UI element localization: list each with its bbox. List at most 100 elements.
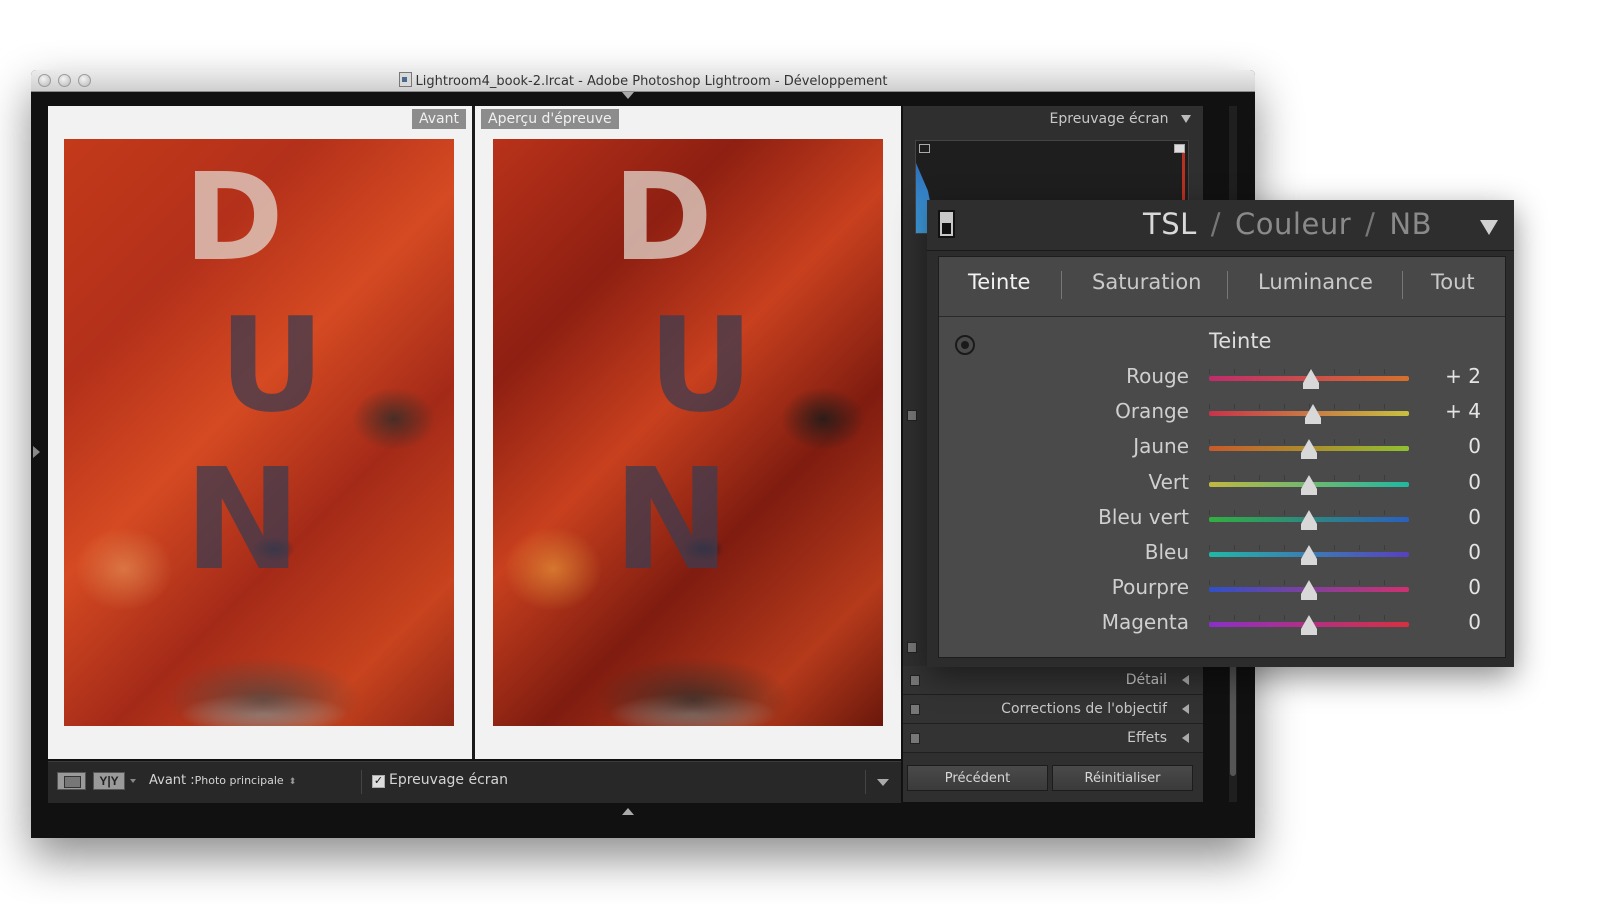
toolbar-content-menu-icon[interactable] bbox=[877, 779, 889, 786]
before-source-prefix: Avant : bbox=[149, 773, 195, 788]
softproof-checkbox[interactable]: ✓ bbox=[372, 775, 385, 788]
expand-arrow-icon[interactable] bbox=[1182, 675, 1189, 685]
toolbar-divider bbox=[865, 770, 866, 794]
panel-collapse-icon[interactable] bbox=[1181, 115, 1191, 123]
expand-arrow-icon[interactable] bbox=[1182, 733, 1189, 743]
hue-slider-label: Rouge bbox=[1126, 364, 1189, 388]
section-effects[interactable]: Effets bbox=[903, 724, 1203, 753]
hue-slider-label: Jaune bbox=[1133, 434, 1189, 459]
expand-arrow-icon[interactable] bbox=[1182, 704, 1189, 714]
hue-slider-label: Bleu vert bbox=[1098, 504, 1189, 529]
title-separator: / bbox=[1210, 207, 1222, 241]
hue-slider-label: Vert bbox=[1148, 469, 1190, 494]
title-separator: / bbox=[1365, 207, 1376, 241]
photo-letter-n: N bbox=[613, 439, 731, 602]
hue-slider-thumb[interactable] bbox=[1305, 404, 1321, 425]
hsl-panel-header[interactable]: TSL / Couleur / NB bbox=[927, 200, 1514, 251]
panel-switch-icon[interactable] bbox=[907, 410, 917, 421]
top-panel-toggle-icon[interactable] bbox=[622, 92, 634, 99]
hue-slider-thumb[interactable] bbox=[1301, 615, 1317, 636]
hue-slider-value[interactable]: 0 bbox=[1468, 610, 1481, 634]
tab-all[interactable]: Tout bbox=[1431, 270, 1475, 294]
photo-letter-u: U bbox=[219, 289, 325, 441]
panel-switch-icon[interactable] bbox=[907, 642, 917, 653]
hsl-panel: TSL / Couleur / NB Teinte Saturation Luminan… bbox=[927, 200, 1514, 667]
hue-slider-thumb[interactable] bbox=[1301, 509, 1317, 530]
before-source-select[interactable]: Avant :Photo principale ⬍ bbox=[149, 773, 296, 788]
hue-slider-value[interactable]: + 4 bbox=[1445, 399, 1481, 423]
title-color[interactable]: Couleur bbox=[1235, 207, 1351, 241]
tab-saturation[interactable]: Saturation bbox=[1092, 270, 1201, 294]
shadow-clipping-icon[interactable] bbox=[919, 144, 930, 153]
tab-hue[interactable]: Teinte bbox=[968, 270, 1030, 294]
hue-slider-label: Pourpre bbox=[1111, 575, 1189, 600]
before-source-value: Photo principale bbox=[194, 774, 284, 787]
reset-button[interactable]: Réinitialiser bbox=[1052, 765, 1193, 791]
before-photo[interactable]: D U N bbox=[64, 139, 454, 726]
hue-section-title: Teinte bbox=[1209, 329, 1272, 353]
before-label: Avant bbox=[412, 109, 466, 129]
panel-switch-icon[interactable] bbox=[910, 733, 920, 744]
photo-letter-n: N bbox=[184, 439, 302, 602]
before-after-view: Avant Aperçu d'épreuve D U N D U N bbox=[48, 106, 901, 759]
destination-gamut-icon[interactable] bbox=[1174, 144, 1185, 153]
hue-slider-thumb[interactable] bbox=[1303, 369, 1319, 389]
panel-collapse-icon[interactable] bbox=[1480, 220, 1498, 235]
title-bar[interactable]: Lightroom4_book-2.lrcat - Adobe Photosho… bbox=[31, 70, 1255, 92]
window-title-text: Lightroom4_book-2.lrcat - Adobe Photosho… bbox=[415, 74, 888, 89]
section-detail-label: Détail bbox=[1125, 672, 1167, 688]
hue-slider-label: Bleu bbox=[1144, 540, 1189, 564]
hue-slider-value[interactable]: 0 bbox=[1468, 470, 1481, 494]
title-bw[interactable]: NB bbox=[1389, 207, 1432, 241]
section-lens-corrections-label: Corrections de l'objectif bbox=[1001, 701, 1167, 717]
photo-letter-d: D bbox=[613, 149, 713, 288]
hue-slider-value[interactable]: 0 bbox=[1468, 540, 1481, 564]
hue-slider-label: Magenta bbox=[1101, 610, 1189, 635]
mode-dropdown-icon[interactable] bbox=[130, 779, 136, 783]
hue-slider-row: Jaune 0 bbox=[939, 431, 1505, 466]
hue-slider-row: Orange + 4 bbox=[939, 396, 1505, 431]
section-lens-corrections[interactable]: Corrections de l'objectif bbox=[903, 695, 1203, 724]
tab-luminance[interactable]: Luminance bbox=[1258, 270, 1373, 294]
softproof-panel-header[interactable]: Epreuvage écran bbox=[1050, 111, 1191, 127]
hue-slider-value[interactable]: 0 bbox=[1468, 575, 1481, 599]
filmstrip-toggle-icon[interactable] bbox=[622, 808, 634, 815]
bottom-toolbar: Y|Y Avant :Photo principale ⬍ ✓ Epreuvage … bbox=[48, 761, 901, 803]
hue-slider-value[interactable]: + 2 bbox=[1445, 364, 1481, 388]
hue-slider-value[interactable]: 0 bbox=[1468, 434, 1481, 458]
tab-separator bbox=[1402, 271, 1403, 299]
hsl-panel-title: TSL / Couleur / NB bbox=[1143, 207, 1432, 241]
section-detail[interactable]: Détail bbox=[903, 666, 1203, 695]
hue-slider-thumb[interactable] bbox=[1301, 580, 1317, 601]
panel-switch-icon[interactable] bbox=[910, 675, 920, 686]
loupe-view-button[interactable] bbox=[57, 772, 86, 790]
previous-button[interactable]: Précédent bbox=[907, 765, 1048, 791]
hue-slider-row: Bleu vert 0 bbox=[939, 502, 1505, 537]
softproof-label: Epreuvage écran bbox=[389, 772, 508, 788]
title-tsl[interactable]: TSL bbox=[1143, 207, 1197, 241]
toolbar-divider bbox=[361, 770, 362, 794]
targeted-adjustment-icon[interactable] bbox=[955, 335, 975, 355]
hue-slider-row: Vert 0 bbox=[939, 467, 1505, 502]
panel-switch-icon[interactable] bbox=[938, 210, 955, 238]
softproof-toggle[interactable]: ✓ Epreuvage écran bbox=[372, 772, 508, 788]
photo-letter-d: D bbox=[184, 149, 284, 288]
before-after-mode-button[interactable]: Y|Y bbox=[93, 772, 125, 790]
proof-preview-photo[interactable]: D U N bbox=[493, 139, 883, 726]
hue-slider-value[interactable]: 0 bbox=[1468, 505, 1481, 529]
photo-letter-u: U bbox=[648, 289, 754, 441]
hsl-tabs: Teinte Saturation Luminance Tout bbox=[939, 257, 1505, 317]
panel-switch-icon[interactable] bbox=[910, 704, 920, 715]
hue-slider-row: Magenta 0 bbox=[939, 607, 1505, 642]
left-panel-toggle-icon[interactable] bbox=[33, 446, 40, 458]
hue-slider-thumb[interactable] bbox=[1301, 439, 1317, 460]
view-divider bbox=[472, 106, 475, 759]
window-title: Lightroom4_book-2.lrcat - Adobe Photosho… bbox=[31, 72, 1255, 89]
hue-slider-row: Pourpre 0 bbox=[939, 572, 1505, 607]
hue-slider-thumb[interactable] bbox=[1301, 474, 1317, 495]
hue-slider-label: Orange bbox=[1115, 399, 1189, 424]
hue-slider-thumb[interactable] bbox=[1301, 545, 1317, 565]
proof-preview-label: Aperçu d'épreuve bbox=[481, 109, 619, 129]
hsl-panel-body: Teinte Saturation Luminance Tout Teinte … bbox=[938, 256, 1506, 658]
hue-slider-row: Bleu 0 bbox=[939, 537, 1505, 572]
